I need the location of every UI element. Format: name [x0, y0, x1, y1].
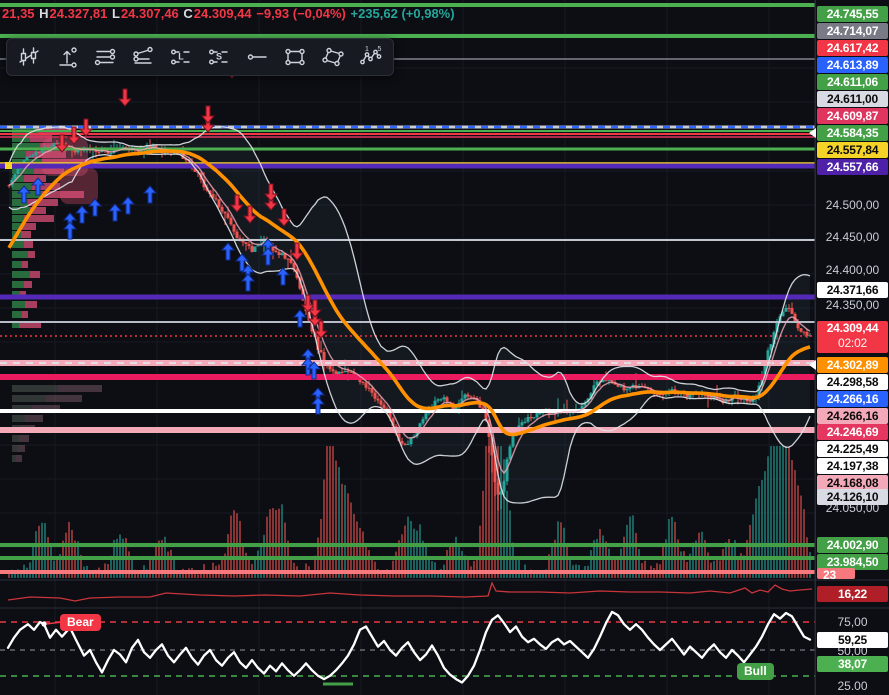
price-level-label: 24.302,89 [817, 357, 888, 373]
svg-text:L: L [178, 52, 184, 62]
long-position-button[interactable] [51, 42, 83, 72]
axis-tick: 24.400,00 [817, 262, 888, 278]
multi-trendline-button[interactable] [127, 42, 159, 72]
horizontal-ray-button[interactable] [241, 42, 273, 72]
price-level-label: 24.611,06 [817, 74, 888, 90]
price-level-label: 24.611,00 [817, 91, 888, 107]
svg-text:S: S [216, 52, 222, 62]
axis-tick: 24.500,00 [817, 197, 888, 213]
rectangle-button[interactable] [279, 42, 311, 72]
clipped-price-label: 23 [817, 568, 855, 579]
legend-segment: −9,93 (−0,04%) [253, 6, 346, 21]
long-tool-button[interactable]: L [165, 42, 197, 72]
current-price-label: 24.309,4402:02 [817, 321, 888, 353]
legend-segment: 24.327,81 [50, 6, 108, 21]
short-tool-icon: S [207, 45, 231, 69]
legend-segment: C [180, 6, 193, 21]
svg-text:5: 5 [378, 46, 382, 53]
price-level-label: 24.584,35 [817, 125, 888, 141]
price-level-label: 24.266,16 [817, 391, 888, 407]
price-level-label: 24.617,42 [817, 40, 888, 56]
legend-segment: L [108, 6, 120, 21]
price-level-label: 24.225,49 [817, 441, 888, 457]
elliott-wave-icon: 15 [359, 45, 383, 69]
ohlc-legend: 21,35 H24.327,81 L24.307,46 C24.309,44 −… [2, 6, 456, 21]
price-level-label: 24.298,58 [817, 374, 888, 390]
yellow-line-anchor-marker[interactable] [5, 162, 12, 169]
drawing-tools-toolbar: LS15 [6, 38, 394, 76]
multi-trendline-icon [131, 45, 155, 69]
axis-tick: 24.450,00 [817, 229, 888, 245]
legend-segment: 21,35 [2, 6, 35, 21]
elliott-wave-button[interactable]: 15 [355, 42, 387, 72]
price-level-label: 24.557,66 [817, 159, 888, 175]
price-level-label: 24.002,90 [817, 537, 888, 553]
price-level-label: 24.197,38 [817, 458, 888, 474]
svg-text:1: 1 [365, 46, 369, 53]
rotated-rectangle-button[interactable] [317, 42, 349, 72]
price-level-label: 24.371,66 [817, 282, 888, 298]
legend-segment: 24.309,44 [194, 6, 252, 21]
price-level-label: 24.714,07 [817, 23, 888, 39]
axis-tick: 24.350,00 [817, 297, 888, 313]
price-level-label: 38,07 [817, 656, 888, 672]
price-level-label: 59,25 [817, 632, 888, 648]
legend-segment: H [36, 6, 49, 21]
long-position-icon [55, 45, 79, 69]
price-level-label: 16,22 [817, 586, 888, 602]
price-level-label: 24.613,89 [817, 57, 888, 73]
axis-tick: 25.00 [817, 678, 888, 694]
trading-chart-window: 21,35 H24.327,81 L24.307,46 C24.309,44 −… [0, 0, 889, 695]
legend-segment: 24.307,46 [121, 6, 179, 21]
bull-signal-label[interactable]: Bull [737, 663, 774, 680]
parallel-lines-icon [93, 45, 117, 69]
short-tool-button[interactable]: S [203, 42, 235, 72]
price-level-label: 24.266,16 [817, 408, 888, 424]
axis-tick: 75,00 [817, 614, 888, 630]
bear-signal-label[interactable]: Bear [60, 614, 101, 631]
price-level-label: 24.557,84 [817, 142, 888, 158]
label-pointer-icon [809, 360, 816, 370]
label-pointer-icon [809, 128, 816, 138]
price-level-label: 24.246,69 [817, 424, 888, 440]
bars-pattern-icon [17, 45, 41, 69]
rotated-rectangle-icon [321, 45, 345, 69]
parallel-lines-button[interactable] [89, 42, 121, 72]
horizontal-ray-icon [245, 45, 269, 69]
rectangle-icon [283, 45, 307, 69]
legend-segment: +235,62 (+0,98%) [347, 6, 455, 21]
bars-pattern-button[interactable] [13, 42, 45, 72]
price-level-label: 24.126,10 [817, 489, 888, 505]
price-level-label: 24.609,87 [817, 108, 888, 124]
price-level-label: 24.745,55 [817, 6, 888, 22]
long-tool-icon: L [169, 45, 193, 69]
price-scale[interactable]: 24.500,00 24.450,00 24.400,00 24.350,00 24.0… [815, 0, 889, 695]
